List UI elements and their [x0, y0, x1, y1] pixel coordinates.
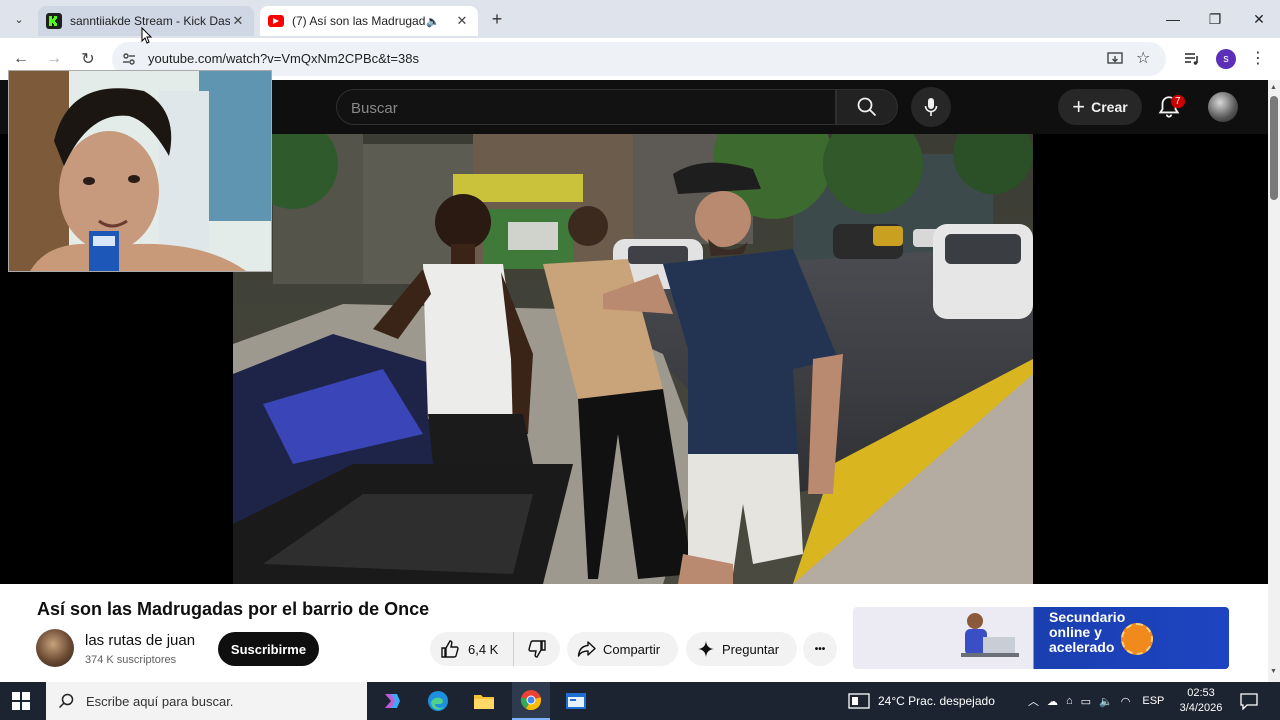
channel-name[interactable]: las rutas de juan [85, 632, 195, 649]
ad-person-image [961, 613, 1019, 657]
webcam-image [9, 71, 271, 271]
forward-arrow-icon[interactable]: → [41, 46, 67, 72]
system-tray: ︿ ☁ ⌂ ▭ 🔈 ◠ ESP [1028, 682, 1164, 720]
plus-icon: + [1072, 94, 1086, 119]
wifi-icon[interactable]: ◠ [1121, 695, 1131, 708]
video-info-section: Así son las Madrugadas por el barrio de … [0, 584, 1268, 682]
sparkle-icon [698, 641, 714, 657]
minimize-button[interactable]: — [1150, 0, 1196, 38]
weather-text: 24°C Prac. despejado [878, 694, 995, 708]
bookmark-star-icon[interactable]: ☆ [1136, 48, 1150, 68]
video-frame[interactable] [233, 134, 1033, 584]
more-actions-button[interactable]: ••• [803, 632, 837, 666]
site-settings-icon[interactable] [122, 52, 136, 66]
search-button[interactable] [836, 89, 898, 125]
streamer-webcam-overlay [8, 70, 272, 272]
ad-line-3: acelerado [1049, 639, 1115, 655]
sponsored-ad-banner[interactable]: Secundario online y acelerado [853, 607, 1229, 669]
mouse-cursor-icon [141, 27, 153, 44]
app-window-icon[interactable] [560, 685, 592, 717]
media-control-icon[interactable] [1184, 52, 1200, 66]
subscribe-button[interactable]: Suscribirme [218, 632, 319, 666]
weather-icon [848, 693, 870, 709]
ad-badge-icon [1121, 623, 1153, 655]
close-window-button[interactable]: ✕ [1236, 0, 1280, 38]
notifications-center-icon[interactable] [1240, 692, 1258, 715]
thumbs-up-icon [441, 640, 459, 658]
kick-logo-icon [46, 13, 62, 29]
taskbar-search-box[interactable] [46, 682, 367, 720]
chrome-menu-icon[interactable]: ⋮ [1250, 48, 1266, 68]
speaker-icon[interactable]: 🔈 [426, 15, 440, 28]
like-dislike-group: 6,4 K [430, 632, 560, 666]
tab-close-icon[interactable]: ✕ [454, 13, 470, 29]
chevron-up-icon[interactable]: ︿ [1028, 693, 1039, 709]
create-button[interactable]: + Crear [1058, 89, 1142, 125]
youtube-logo-icon [268, 15, 284, 27]
edge-browser-icon[interactable] [422, 685, 454, 717]
battery-icon[interactable]: ▭ [1081, 695, 1091, 708]
video-scene-image [233, 134, 1033, 584]
new-tab-button[interactable]: + [486, 8, 508, 30]
microphone-icon [924, 98, 938, 116]
tab-close-icon[interactable]: ✕ [230, 13, 246, 29]
profile-avatar[interactable]: s [1216, 49, 1236, 69]
file-explorer-icon[interactable] [468, 685, 500, 717]
ask-label: Preguntar [722, 641, 780, 657]
url-text[interactable]: youtube.com/watch?v=VmQxNm2CPBc&t=38s [148, 51, 419, 66]
restore-button[interactable]: ❐ [1192, 0, 1238, 38]
scroll-down-arrow-icon[interactable]: ▼ [1270, 668, 1277, 675]
ad-line-2: online y [1049, 624, 1102, 640]
video-title: Así son las Madrugadas por el barrio de … [37, 599, 430, 619]
search-input[interactable] [351, 98, 811, 118]
clock[interactable]: 02:53 3/4/2026 [1176, 686, 1226, 716]
network-icon[interactable]: ⌂ [1066, 695, 1073, 707]
share-button[interactable]: Compartir [567, 632, 678, 666]
share-icon [577, 641, 596, 657]
search-box [336, 89, 836, 125]
tab-title: (7) Así son las Madrugadas [292, 14, 427, 28]
windows-start-icon[interactable] [12, 692, 30, 715]
like-button[interactable]: 6,4 K [430, 632, 514, 666]
subscriber-count: 374 K suscriptores [85, 654, 177, 666]
channel-avatar[interactable] [36, 629, 74, 667]
account-avatar[interactable] [1208, 92, 1238, 122]
search-icon [857, 97, 877, 117]
share-label: Compartir [603, 641, 661, 657]
reload-icon[interactable]: ↻ [75, 46, 101, 72]
copilot-icon[interactable] [376, 685, 408, 717]
thumbs-down-icon [528, 640, 546, 658]
clock-time: 02:53 [1187, 687, 1215, 699]
weather-widget[interactable]: 24°C Prac. despejado [848, 682, 995, 720]
taskbar-search-input[interactable] [86, 693, 356, 709]
language-indicator[interactable]: ESP [1142, 695, 1164, 707]
ad-line-1: Secundario [1049, 609, 1126, 625]
windows-taskbar: 24°C Prac. despejado ︿ ☁ ⌂ ▭ 🔈 ◠ ESP 02:… [0, 682, 1280, 720]
onedrive-icon[interactable]: ☁ [1047, 695, 1058, 708]
browser-tab-strip: ⌄ sanntiiakde Stream - Kick Dash ✕ (7) A… [0, 0, 1280, 38]
ad-headline: Secundario online y acelerado [1049, 610, 1125, 655]
search-icon [58, 693, 74, 709]
tab-search-chevron-icon[interactable]: ⌄ [8, 9, 30, 29]
scrollbar-thumb[interactable] [1270, 96, 1278, 200]
volume-icon[interactable]: 🔈 [1099, 695, 1113, 708]
like-count: 6,4 K [468, 641, 499, 657]
clock-date: 3/4/2026 [1179, 702, 1223, 714]
tab-youtube-video[interactable]: (7) Así son las Madrugadas 🔈 ✕ [260, 6, 478, 36]
install-app-icon[interactable] [1107, 52, 1123, 66]
tab-title: sanntiiakde Stream - Kick Dash [70, 14, 230, 28]
scroll-up-arrow-icon[interactable]: ▲ [1270, 84, 1277, 91]
notification-count-badge: 7 [1171, 95, 1185, 108]
voice-search-button[interactable] [911, 87, 951, 127]
page-scrollbar[interactable]: ▲ ▼ [1268, 80, 1280, 682]
back-arrow-icon[interactable]: ← [8, 46, 34, 72]
chrome-taskbar-icon[interactable] [512, 682, 550, 720]
ask-button[interactable]: Preguntar [686, 632, 797, 666]
dislike-button[interactable] [514, 632, 560, 666]
create-label: Crear [1091, 99, 1128, 115]
